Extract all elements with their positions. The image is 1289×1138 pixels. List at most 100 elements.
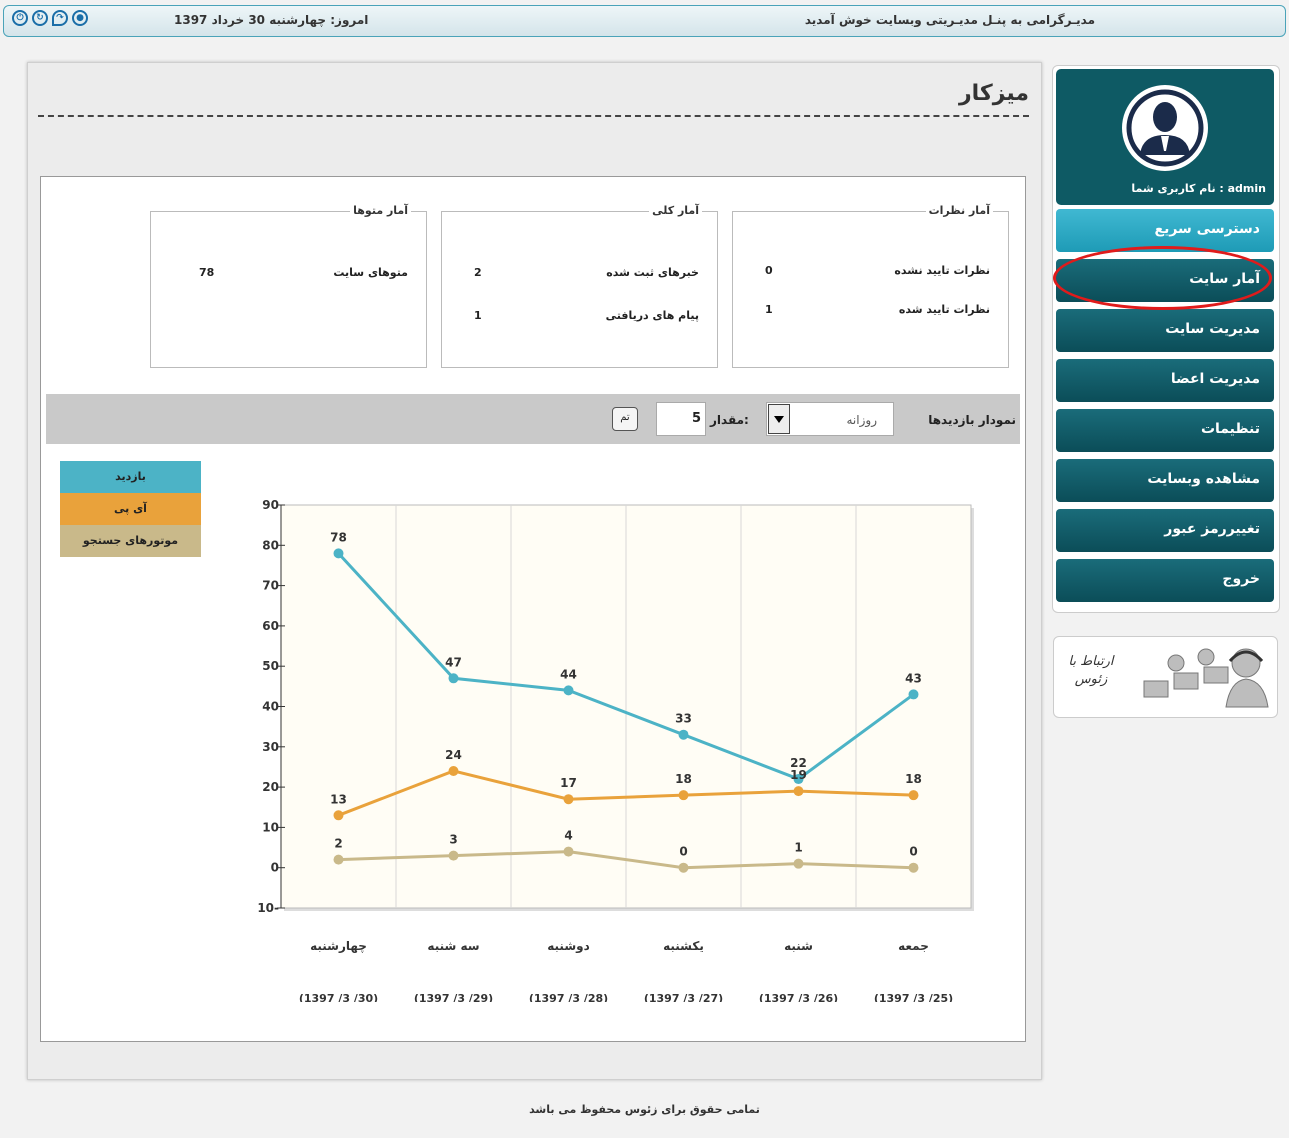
stat-value: 0 xyxy=(765,264,773,277)
stat-value: 1 xyxy=(474,309,482,322)
data-label: 2 xyxy=(334,837,342,851)
texts-stats-title: آمار متوها xyxy=(350,204,411,217)
stat-label: خبرهای ثبت شده xyxy=(606,266,699,279)
data-point xyxy=(448,850,459,861)
stat-value: 2 xyxy=(474,266,482,279)
welcome-text: مدیـرگرامی به پنـل مدیـریتی وبسایت خوش آ… xyxy=(804,13,1095,27)
x-date-label: (1397 /3 /26) xyxy=(759,992,838,1002)
stat-label: نظرات تایید نشده xyxy=(894,264,990,277)
data-point xyxy=(793,858,804,869)
stat-value: 78 xyxy=(199,266,215,279)
stat-row: نظرات تایید نشده 0 xyxy=(733,264,1008,284)
x-date-label: (1397 /3 /29) xyxy=(414,992,493,1002)
redo-icon[interactable]: ↷ xyxy=(52,10,68,26)
chart-filter-title: نمودار بازدیدها xyxy=(928,413,1016,427)
nav-label: تغییررمز عبور xyxy=(1164,521,1260,537)
stat-value: 1 xyxy=(765,303,773,316)
nav-settings[interactable]: تنظیمات xyxy=(1056,409,1274,452)
data-point xyxy=(448,673,459,684)
chart-filter-bar: نمودار بازدیدها روزانه مقدار: 5 تم xyxy=(46,394,1020,444)
x-date-label: (1397 /3 /30) xyxy=(299,992,378,1002)
data-label: 4 xyxy=(564,829,572,843)
power-icon[interactable]: ⏻ xyxy=(12,10,28,26)
footer-text: تمامی حقوق برای زئوس محفوظ می باشد xyxy=(529,1103,760,1116)
amount-label: مقدار: xyxy=(710,413,749,427)
data-point xyxy=(333,810,344,821)
y-tick-label: 20 xyxy=(262,780,279,794)
data-point xyxy=(448,765,459,776)
nav-change-password[interactable]: تغییررمز عبور xyxy=(1056,509,1274,552)
page-title: میزکار xyxy=(958,81,1029,106)
stat-label: نظرات تایید شده xyxy=(898,303,990,316)
data-label: 3 xyxy=(449,833,457,847)
nav-label: مدیریت سایت xyxy=(1165,321,1260,337)
main-panel: میزکار آمار نظرات نظرات تایید نشده 0 نظر… xyxy=(27,62,1042,1080)
comments-stats-title: آمار نظرات xyxy=(925,204,993,217)
support-text: ارتباط با زئوس xyxy=(1068,654,1114,687)
top-controls: ⏻ ↻ ↷ ● xyxy=(12,10,88,26)
refresh-icon[interactable]: ↻ xyxy=(32,10,48,26)
x-tick-label: یکشنبه xyxy=(663,939,704,953)
nav-view-website[interactable]: مشاهده وبسایت xyxy=(1056,459,1274,502)
visits-chart: 908070605040302010010-جمعه(1397 /3 /25)ش… xyxy=(257,498,974,1002)
data-point xyxy=(333,854,344,865)
period-select[interactable]: روزانه xyxy=(766,402,894,436)
data-label: 24 xyxy=(445,748,462,762)
dashboard-content: آمار نظرات نظرات تایید نشده 0 نظرات تایی… xyxy=(40,176,1026,1042)
x-tick-label: سه شنبه xyxy=(427,939,479,953)
data-label: 17 xyxy=(560,776,577,790)
y-tick-label: 50 xyxy=(262,659,279,673)
stat-row: نظرات تایید شده 1 xyxy=(733,303,1008,323)
support-banner[interactable]: ارتباط با زئوس xyxy=(1053,636,1278,718)
stat-label: پیام های دریافتی xyxy=(605,309,699,322)
y-tick-label: 80 xyxy=(262,538,279,552)
y-tick-label: 0 xyxy=(271,861,279,875)
profile-card: نام کاربری شما : admin xyxy=(1056,69,1274,205)
nav-logout[interactable]: خروج xyxy=(1056,559,1274,602)
data-point xyxy=(678,862,689,873)
data-label: 19 xyxy=(790,768,807,782)
sidebar: نام کاربری شما : admin دسترسی سریع آمار … xyxy=(1052,65,1280,613)
x-tick-label: جمعه xyxy=(898,939,929,953)
eye-icon[interactable]: ● xyxy=(72,10,88,26)
data-point xyxy=(678,790,689,801)
data-label: 18 xyxy=(675,772,692,786)
legend-search-engines: موتورهای جستجو xyxy=(60,525,201,557)
data-point xyxy=(563,685,574,696)
y-tick-label: 30 xyxy=(262,740,279,754)
data-point xyxy=(333,548,344,559)
data-label: 33 xyxy=(675,712,692,726)
legend-ip: آی پی xyxy=(60,493,201,525)
y-tick-label: 60 xyxy=(262,619,279,633)
x-tick-label: چهارشنبه xyxy=(310,939,367,953)
x-tick-label: شنبه xyxy=(784,939,813,953)
nav-members-management[interactable]: مدیریت اعضا xyxy=(1056,359,1274,402)
texts-stats-box: آمار متوها متوهای سایت 78 xyxy=(150,204,427,368)
data-point xyxy=(563,846,574,857)
data-label: 78 xyxy=(330,530,347,544)
data-label: 47 xyxy=(445,655,462,669)
nav-label: مدیریت اعضا xyxy=(1170,371,1260,387)
top-bar: ⏻ ↻ ↷ ● امروز: چهارشنبه 30 خرداد 1397 مد… xyxy=(3,5,1286,37)
data-point xyxy=(908,790,919,801)
title-divider xyxy=(38,115,1029,117)
highlight-circle xyxy=(1053,246,1272,310)
apply-button[interactable]: تم xyxy=(612,407,638,431)
data-label: 43 xyxy=(905,671,922,685)
x-date-label: (1397 /3 /28) xyxy=(529,992,608,1002)
amount-input[interactable]: 5 xyxy=(656,402,706,436)
support-team-icon xyxy=(1143,648,1269,708)
nav-label: خروج xyxy=(1222,571,1260,587)
data-point xyxy=(908,689,919,700)
data-point xyxy=(793,786,804,797)
data-label: 44 xyxy=(560,667,577,681)
period-value: روزانه xyxy=(846,413,878,427)
chevron-down-icon[interactable] xyxy=(768,404,790,434)
stat-label: متوهای سایت xyxy=(333,266,408,279)
nav-site-management[interactable]: مدیریت سایت xyxy=(1056,309,1274,352)
current-date: امروز: چهارشنبه 30 خرداد 1397 xyxy=(174,13,369,27)
stat-row: پیام های دریافتی 1 xyxy=(442,309,717,329)
nav-label: تنظیمات xyxy=(1200,421,1260,437)
data-label: 0 xyxy=(679,845,687,859)
data-point xyxy=(908,862,919,873)
